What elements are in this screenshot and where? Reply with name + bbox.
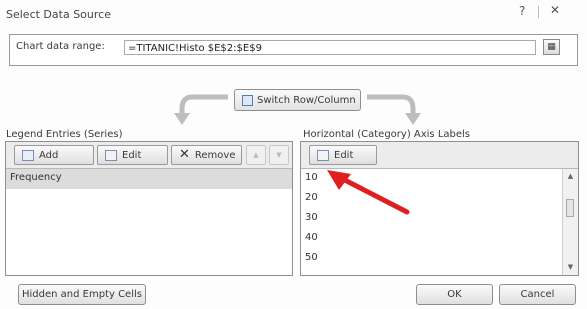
series-list: Frequency bbox=[6, 169, 292, 189]
add-icon bbox=[22, 149, 34, 161]
axis-value-item[interactable]: 20 bbox=[301, 189, 563, 209]
edit-icon bbox=[317, 149, 329, 161]
axis-list-scrollbar[interactable]: ▲ ▼ bbox=[562, 169, 578, 275]
add-series-button[interactable]: Add bbox=[14, 145, 94, 165]
axis-value-item[interactable]: 10 bbox=[301, 169, 563, 189]
move-up-button[interactable]: ▲ bbox=[246, 145, 266, 165]
range-collapse-button[interactable]: ▦ bbox=[543, 39, 560, 55]
switch-left-arrow-icon bbox=[174, 94, 228, 125]
axis-value-item[interactable]: 30 bbox=[301, 209, 563, 229]
cancel-button[interactable]: Cancel bbox=[499, 284, 576, 305]
scroll-thumb[interactable] bbox=[566, 199, 574, 217]
remove-series-label: Remove bbox=[194, 149, 236, 161]
move-down-icon: ▼ bbox=[276, 151, 282, 159]
series-list-item[interactable]: Frequency bbox=[6, 169, 292, 189]
close-icon[interactable]: ✕ bbox=[550, 3, 560, 17]
ok-button[interactable]: OK bbox=[416, 284, 493, 305]
move-up-icon: ▲ bbox=[253, 151, 259, 159]
remove-icon: ✕ bbox=[179, 147, 190, 162]
edit-axis-labels-button[interactable]: Edit bbox=[309, 145, 377, 165]
switch-icon bbox=[242, 94, 253, 106]
axis-labels-pane: Edit 10 20 30 40 50 ▲ ▼ bbox=[300, 141, 579, 276]
edit-series-button[interactable]: Edit bbox=[97, 145, 168, 165]
hidden-empty-cells-button[interactable]: Hidden and Empty Cells bbox=[18, 284, 146, 305]
scroll-down-icon[interactable]: ▼ bbox=[563, 260, 578, 275]
move-down-button[interactable]: ▼ bbox=[269, 145, 289, 165]
scroll-up-icon[interactable]: ▲ bbox=[563, 169, 578, 184]
edit-icon bbox=[105, 149, 117, 161]
switch-row-column-button[interactable]: Switch Row/Column bbox=[234, 89, 361, 111]
switch-right-arrow-icon bbox=[367, 94, 421, 125]
collapse-dialog-icon: ▦ bbox=[547, 42, 556, 52]
axis-value-item[interactable]: 50 bbox=[301, 249, 563, 269]
axis-value-item[interactable]: 40 bbox=[301, 229, 563, 249]
dialog-title: Select Data Source bbox=[6, 8, 111, 21]
chart-range-label: Chart data range: bbox=[16, 41, 105, 52]
edit-axis-labels-label: Edit bbox=[334, 149, 354, 161]
add-series-label: Add bbox=[39, 149, 59, 161]
legend-entries-pane: Add Edit ✕ Remove ▲ ▼ Frequency bbox=[5, 141, 293, 276]
title-separator bbox=[538, 6, 539, 18]
edit-series-label: Edit bbox=[122, 149, 142, 161]
chart-range-input[interactable]: =TITANIC!Histo $E$2:$E$9 bbox=[124, 40, 536, 55]
remove-series-button[interactable]: ✕ Remove bbox=[171, 145, 242, 165]
axis-values-list: 10 20 30 40 50 bbox=[301, 169, 563, 269]
legend-entries-label: Legend Entries (Series) bbox=[6, 129, 123, 140]
switch-row-column-label: Switch Row/Column bbox=[257, 94, 356, 106]
axis-labels-label: Horizontal (Category) Axis Labels bbox=[303, 129, 471, 140]
help-icon[interactable]: ? bbox=[519, 4, 525, 18]
